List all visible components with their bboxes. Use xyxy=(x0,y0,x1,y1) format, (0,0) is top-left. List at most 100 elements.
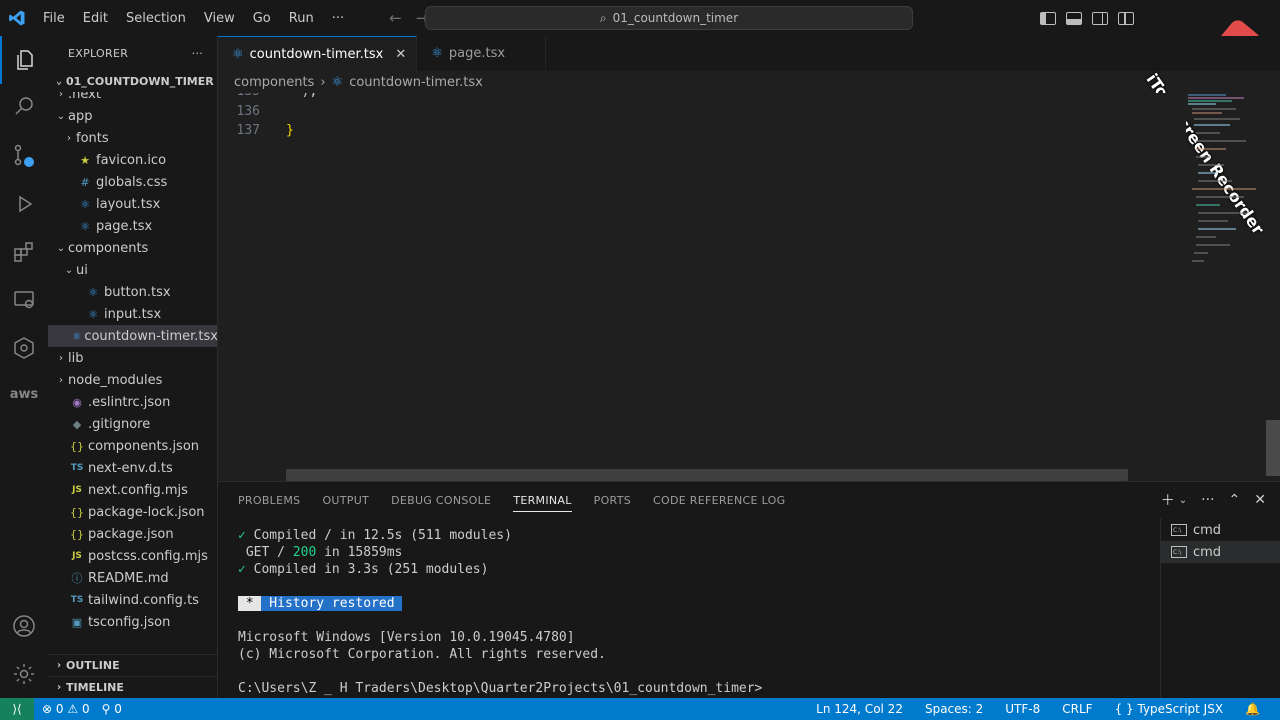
timeline-section[interactable]: › TIMELINE xyxy=(48,676,217,698)
tree-item-label: .gitignore xyxy=(88,416,151,432)
tree-item[interactable]: {} package.json xyxy=(48,523,217,545)
indentation[interactable]: Spaces: 2 xyxy=(925,702,983,716)
menu-go[interactable]: Go xyxy=(244,11,280,26)
line-ending[interactable]: CRLF xyxy=(1062,702,1092,716)
chevron-right-icon: › xyxy=(320,74,326,90)
tree-item-label: README.md xyxy=(88,570,169,586)
braces-icon: { } xyxy=(1114,702,1134,716)
notifications-bell-icon[interactable]: 🔔 xyxy=(1245,702,1260,716)
language-mode[interactable]: { } TypeScript JSX xyxy=(1115,702,1223,716)
cmd-terminal-icon: C:\ xyxy=(1171,546,1187,558)
new-terminal-plus-icon[interactable]: ＋ xyxy=(1161,490,1175,510)
manage-gear-icon[interactable] xyxy=(0,650,48,698)
source-control-icon[interactable] xyxy=(0,132,48,180)
hex-extension-icon[interactable] xyxy=(0,324,48,372)
tree-item[interactable]: JS postcss.config.mjs xyxy=(48,545,217,567)
menu-edit[interactable]: Edit xyxy=(74,11,117,26)
tree-item[interactable]: › fonts xyxy=(48,127,217,149)
tree-item[interactable]: ◆ .gitignore xyxy=(48,413,217,435)
problems-status[interactable]: ⊗ 0 ⚠ 0 xyxy=(42,702,90,716)
toggle-secondary-sidebar-icon[interactable] xyxy=(1092,11,1108,25)
tab-debug-console[interactable]: DEBUG CONSOLE xyxy=(391,494,491,507)
tab-output[interactable]: OUTPUT xyxy=(322,494,369,507)
terminal-output[interactable]: ✓ Compiled / in 12.5s (511 modules) GET … xyxy=(238,528,1153,698)
menu-file[interactable]: File xyxy=(34,11,74,26)
minimap[interactable] xyxy=(1186,93,1266,481)
remote-explorer-icon[interactable] xyxy=(0,276,48,324)
cursor-position[interactable]: Ln 124, Col 22 xyxy=(816,702,903,716)
ports-status[interactable]: ⚲ 0 xyxy=(102,702,122,716)
tree-item[interactable]: ⌄ app xyxy=(48,105,217,127)
title-bar: File Edit Selection View Go Run ··· ← → … xyxy=(0,0,1280,36)
accounts-icon[interactable] xyxy=(0,602,48,650)
tab-problems[interactable]: PROBLEMS xyxy=(238,494,300,507)
chevron-down-icon[interactable]: ⌄ xyxy=(1179,495,1187,506)
tree-item[interactable]: › lib xyxy=(48,347,217,369)
tree-item[interactable]: # globals.css xyxy=(48,171,217,193)
tree-item[interactable]: TS next-env.d.ts xyxy=(48,457,217,479)
explorer-icon[interactable] xyxy=(0,36,48,84)
run-debug-icon[interactable] xyxy=(0,180,48,228)
tree-item[interactable]: ⚛ page.tsx xyxy=(48,215,217,237)
customize-layout-icon[interactable] xyxy=(1118,11,1134,25)
tree-item[interactable]: ⚛ layout.tsx xyxy=(48,193,217,215)
tree-item[interactable]: ⚛ input.tsx xyxy=(48,303,217,325)
terminal-item[interactable]: C:\ cmd xyxy=(1161,541,1280,563)
command-center[interactable]: ⌕ 01_countdown_timer xyxy=(425,6,913,30)
tree-item[interactable]: ⌄ components xyxy=(48,237,217,259)
vertical-scrollbar-thumb[interactable] xyxy=(1266,420,1280,476)
breadcrumb-item[interactable]: components xyxy=(234,75,314,90)
extensions-icon[interactable] xyxy=(0,228,48,276)
more-actions-icon[interactable]: ··· xyxy=(1201,492,1214,508)
tree-item[interactable]: ★ favicon.ico xyxy=(48,149,217,171)
workspace-folder[interactable]: ⌄ 01_COUNTDOWN_TIMER xyxy=(48,70,217,92)
tree-item[interactable]: TS tailwind.config.ts xyxy=(48,589,217,611)
toggle-sidebar-icon[interactable] xyxy=(1040,11,1056,25)
toggle-panel-icon[interactable] xyxy=(1066,11,1082,25)
bottom-panel: PROBLEMS OUTPUT DEBUG CONSOLE TERMINAL P… xyxy=(218,481,1280,698)
back-arrow-icon[interactable]: ← xyxy=(389,9,402,27)
tree-item[interactable]: JS next.config.mjs xyxy=(48,479,217,501)
outline-section[interactable]: › OUTLINE xyxy=(48,654,217,676)
tree-item[interactable]: {} package-lock.json xyxy=(48,501,217,523)
tree-item[interactable]: ⚛ countdown-timer.tsx xyxy=(48,325,217,347)
horizontal-scrollbar[interactable] xyxy=(286,469,1128,481)
tree-item[interactable]: {} components.json xyxy=(48,435,217,457)
outline-label: OUTLINE xyxy=(66,659,120,672)
tab-ports[interactable]: PORTS xyxy=(594,494,631,507)
tab-terminal[interactable]: TERMINAL xyxy=(513,494,572,512)
broadcast-icon: ⚲ xyxy=(101,702,111,716)
close-panel-icon[interactable]: ✕ xyxy=(1254,492,1266,508)
close-icon[interactable]: ✕ xyxy=(395,47,406,62)
tree-item[interactable]: ⓘ README.md xyxy=(48,567,217,589)
tab-countdown-timer[interactable]: ⚛ countdown-timer.tsx ✕ xyxy=(218,36,418,71)
breadcrumb: components › ⚛ countdown-timer.tsx xyxy=(218,71,483,93)
tree-item[interactable]: ⚛ button.tsx xyxy=(48,281,217,303)
menu-run[interactable]: Run xyxy=(280,11,323,26)
tree-item[interactable]: ◉ .eslintrc.json xyxy=(48,391,217,413)
terminal-item[interactable]: C:\ cmd xyxy=(1161,519,1280,541)
tree-item-label: next.config.mjs xyxy=(88,482,188,498)
tree-item[interactable]: › node_modules xyxy=(48,369,217,391)
menu-view[interactable]: View xyxy=(195,11,244,26)
encoding[interactable]: UTF-8 xyxy=(1005,702,1040,716)
tab-code-reference-log[interactable]: CODE REFERENCE LOG xyxy=(653,494,785,507)
menu-more[interactable]: ··· xyxy=(323,11,353,26)
menu-selection[interactable]: Selection xyxy=(117,11,195,26)
tree-item[interactable]: ▣ tsconfig.json xyxy=(48,611,217,633)
more-actions-icon[interactable]: ··· xyxy=(192,47,203,60)
panel-tabs: PROBLEMS OUTPUT DEBUG CONSOLE TERMINAL P… xyxy=(238,482,785,518)
search-icon[interactable] xyxy=(0,82,48,130)
tab-page[interactable]: ⚛ page.tsx xyxy=(417,36,547,71)
breadcrumb-item[interactable]: countdown-timer.tsx xyxy=(349,75,483,90)
code-line: } xyxy=(286,123,294,138)
warning-icon: ⚠ xyxy=(67,702,79,716)
chevron-down-icon: ⌄ xyxy=(56,242,66,254)
check-icon: ✓ xyxy=(238,528,246,543)
tree-item[interactable]: ⌄ ui xyxy=(48,259,217,281)
remote-indicator-icon[interactable]: ⟩⟨ xyxy=(0,698,34,720)
aws-icon[interactable]: aws xyxy=(0,370,48,418)
chevron-down-icon: ⌄ xyxy=(55,75,63,87)
code-editor[interactable]: 135 ); 136 137 } xyxy=(218,93,1186,481)
maximize-panel-chevron-up-icon[interactable]: ⌃ xyxy=(1229,492,1241,508)
